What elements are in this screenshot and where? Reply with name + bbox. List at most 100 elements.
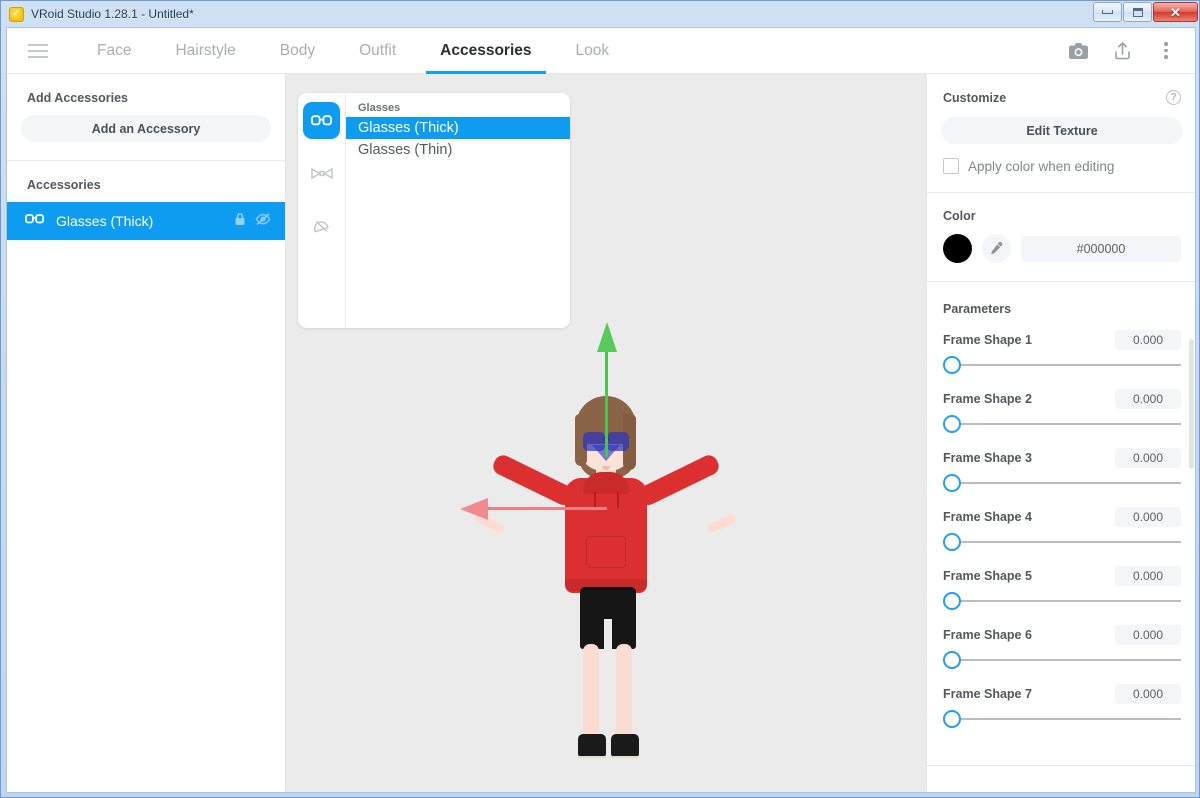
option-glasses-thick[interactable]: Glasses (Thick) — [346, 117, 570, 139]
main-tabs: Face Hairstyle Body Outfit Accessories L… — [75, 28, 631, 74]
add-accessories-title: Add Accessories — [27, 91, 128, 105]
customize-scrollbar[interactable] — [1189, 339, 1194, 469]
eye-off-icon[interactable] — [255, 212, 271, 231]
slider-track — [957, 600, 1181, 602]
application-window: ✓ VRoid Studio 1.28.1 - Untitled* ✕ Face… — [0, 0, 1200, 798]
slider-track — [957, 364, 1181, 366]
parameter-value[interactable]: 0.000 — [1115, 684, 1181, 704]
parameter-slider[interactable] — [943, 591, 1181, 611]
vroid-logo-icon: ✓ — [9, 6, 24, 22]
glasses-icon — [25, 212, 44, 230]
parameter-frame-shape-5: Frame Shape 5 0.000 — [927, 552, 1195, 611]
slider-thumb[interactable] — [943, 651, 961, 669]
maximize-button[interactable] — [1123, 2, 1152, 22]
parameter-value[interactable]: 0.000 — [1115, 566, 1181, 586]
eyedropper-icon[interactable] — [982, 234, 1011, 263]
customize-title: Customize — [943, 90, 1007, 105]
tab-face[interactable]: Face — [75, 28, 153, 74]
parameter-frame-shape-7: Frame Shape 7 0.000 — [927, 670, 1195, 729]
parameter-frame-shape-2: Frame Shape 2 0.000 — [927, 375, 1195, 434]
accessory-item-label: Glasses (Thick) — [56, 213, 154, 229]
slider-track — [957, 659, 1181, 661]
close-button[interactable]: ✕ — [1153, 2, 1198, 22]
parameter-label: Frame Shape 6 — [943, 628, 1032, 642]
gizmo-y-axis[interactable] — [605, 349, 608, 457]
tab-body[interactable]: Body — [258, 28, 337, 74]
gizmo-x-axis[interactable] — [481, 507, 607, 510]
slider-thumb[interactable] — [943, 710, 961, 728]
slider-thumb[interactable] — [943, 356, 961, 374]
panel-bottom-divider — [927, 765, 1195, 766]
color-section-title: Color — [943, 209, 976, 223]
tab-outfit[interactable]: Outfit — [337, 28, 418, 74]
window-title: VRoid Studio 1.28.1 - Untitled* — [31, 7, 194, 21]
ribbon-category-icon[interactable] — [303, 155, 340, 192]
parameter-slider[interactable] — [943, 414, 1181, 434]
tab-accessories[interactable]: Accessories — [418, 28, 553, 74]
parameter-slider[interactable] — [943, 473, 1181, 493]
parameter-value[interactable]: 0.000 — [1115, 625, 1181, 645]
hamburger-icon[interactable] — [16, 28, 60, 74]
slider-track — [957, 541, 1181, 543]
edit-texture-button[interactable]: Edit Texture — [941, 117, 1183, 144]
parameter-label: Frame Shape 5 — [943, 569, 1032, 583]
parameter-frame-shape-6: Frame Shape 6 0.000 — [927, 611, 1195, 670]
parameters-title: Parameters — [943, 302, 1012, 316]
add-an-accessory-button[interactable]: Add an Accessory — [21, 115, 271, 142]
gizmo-y-arrow-icon[interactable] — [597, 322, 617, 352]
slider-thumb[interactable] — [943, 533, 961, 551]
accessory-option-list: Glasses Glasses (Thick) Glasses (Thin) — [345, 93, 570, 328]
option-group-label: Glasses — [358, 102, 401, 114]
parameter-slider[interactable] — [943, 709, 1181, 729]
camera-icon[interactable] — [1061, 34, 1095, 68]
accessories-list-title: Accessories — [27, 178, 101, 192]
lock-icon[interactable] — [234, 212, 246, 231]
export-icon[interactable] — [1105, 34, 1139, 68]
parameter-label: Frame Shape 7 — [943, 687, 1032, 701]
parameter-value[interactable]: 0.000 — [1115, 448, 1181, 468]
parameter-value[interactable]: 0.000 — [1115, 507, 1181, 527]
apply-color-checkbox[interactable] — [943, 158, 959, 174]
parameter-label: Frame Shape 1 — [943, 333, 1032, 347]
slider-track — [957, 423, 1181, 425]
accessories-sidebar: Add Accessories Add an Accessory Accesso… — [7, 74, 286, 792]
slider-thumb[interactable] — [943, 474, 961, 492]
tab-look[interactable]: Look — [554, 28, 632, 74]
minimize-button[interactable] — [1093, 2, 1122, 22]
parameter-slider[interactable] — [943, 532, 1181, 552]
parameter-value[interactable]: 0.000 — [1115, 330, 1181, 350]
app-root: Face Hairstyle Body Outfit Accessories L… — [6, 27, 1196, 793]
parameter-slider[interactable] — [943, 650, 1181, 670]
gizmo-x-arrow-icon[interactable] — [460, 498, 488, 520]
slider-track — [957, 718, 1181, 720]
parameter-slider[interactable] — [943, 355, 1181, 375]
hat-category-icon[interactable] — [303, 208, 340, 245]
parameter-frame-shape-4: Frame Shape 4 0.000 — [927, 493, 1195, 552]
model-viewport[interactable]: Glasses Glasses (Thick) Glasses (Thin) — [286, 74, 926, 792]
color-hex-field[interactable]: #000000 — [1021, 235, 1181, 262]
title-bar: ✓ VRoid Studio 1.28.1 - Untitled* ✕ — [1, 1, 1200, 27]
slider-track — [957, 482, 1181, 484]
color-swatch[interactable] — [943, 234, 972, 263]
apply-color-label: Apply color when editing — [968, 158, 1115, 174]
apply-color-checkbox-row[interactable]: Apply color when editing — [927, 144, 1195, 174]
accessory-picker-card: Glasses Glasses (Thick) Glasses (Thin) — [298, 93, 570, 328]
top-navigation: Face Hairstyle Body Outfit Accessories L… — [7, 28, 1195, 74]
parameter-value[interactable]: 0.000 — [1115, 389, 1181, 409]
glasses-category-icon[interactable] — [303, 102, 340, 139]
customize-header: Customize ? — [927, 74, 1195, 105]
top-actions — [1061, 34, 1195, 68]
slider-thumb[interactable] — [943, 415, 961, 433]
parameter-frame-shape-3: Frame Shape 3 0.000 — [927, 434, 1195, 493]
parameter-label: Frame Shape 3 — [943, 451, 1032, 465]
more-options-icon[interactable] — [1149, 34, 1183, 68]
category-rail — [298, 93, 345, 328]
slider-thumb[interactable] — [943, 592, 961, 610]
window-controls: ✕ — [1093, 2, 1198, 22]
accessory-list-item-glasses-thick[interactable]: Glasses (Thick) — [7, 202, 285, 240]
color-controls: #000000 — [927, 223, 1195, 263]
option-glasses-thin[interactable]: Glasses (Thin) — [346, 139, 570, 161]
tab-hairstyle[interactable]: Hairstyle — [153, 28, 257, 74]
parameter-frame-shape-1: Frame Shape 1 0.000 — [927, 316, 1195, 375]
help-icon[interactable]: ? — [1166, 90, 1181, 105]
